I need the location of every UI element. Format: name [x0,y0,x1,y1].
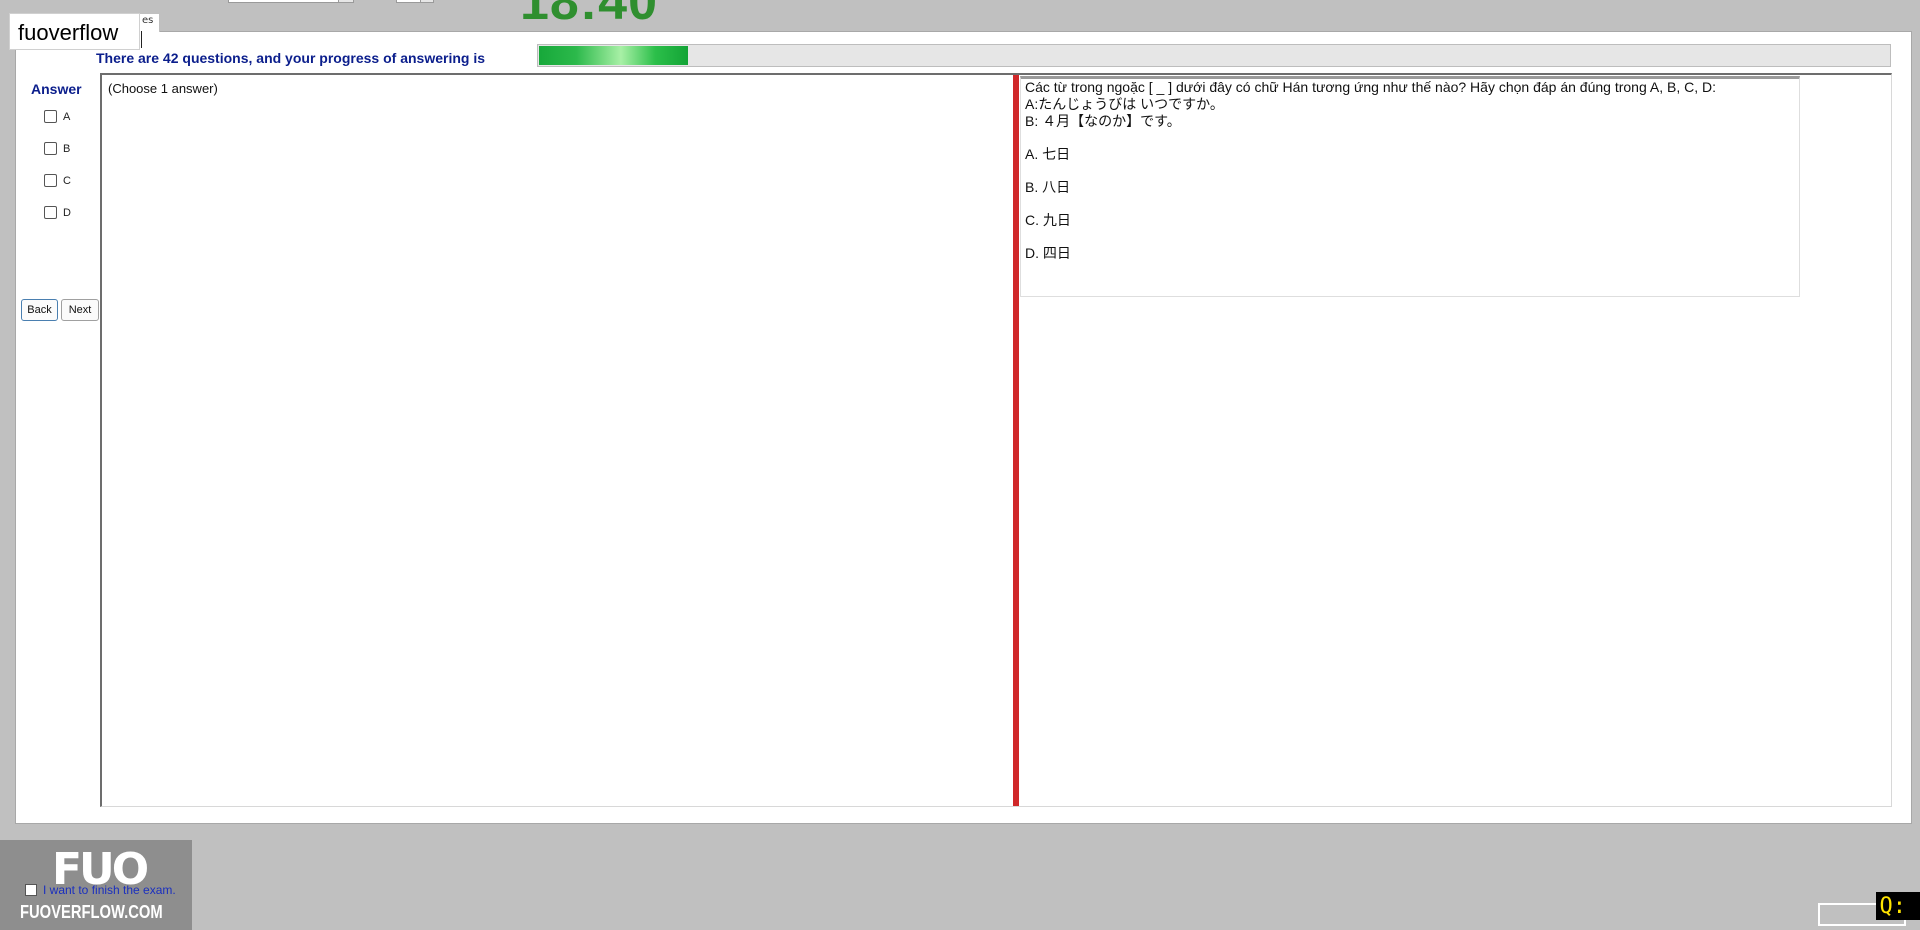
watermark-label: fuoverflow [9,13,142,50]
checkbox[interactable] [44,206,57,219]
next-button[interactable]: Next [61,299,99,321]
choice-c: C. 九日 [1025,212,1071,228]
finish-label: I want to finish the exam. [43,883,176,897]
option-label: A [63,110,71,123]
checkbox[interactable] [44,110,57,123]
top-spinner[interactable] [396,0,434,3]
answer-option-d[interactable]: D [44,206,71,219]
tab-fragment-label: es [142,15,154,26]
option-label: C [63,174,71,187]
question-line: Các từ trong ngoặc [ _ ] dưới đây có chữ… [1025,79,1716,95]
finish-exam-checkbox[interactable]: I want to finish the exam. [25,883,176,897]
watermark-text: fuoverflow [18,20,119,45]
progress-label: There are 42 questions, and your progres… [96,50,485,66]
answer-title: Answer [31,81,82,97]
checkbox[interactable] [44,174,57,187]
exam-timer: 18:40 [520,0,658,31]
choice-d: D. 四日 [1025,245,1071,261]
checkbox[interactable] [25,884,37,896]
answer-option-a[interactable]: A [44,110,70,123]
spinner-arrow-icon[interactable] [420,0,433,2]
choose-hint: (Choose 1 answer) [108,81,218,96]
back-button[interactable]: Back [21,299,58,321]
answer-option-b[interactable]: B [44,142,70,155]
question-counter: Q: 1 [1876,892,1920,920]
option-label: B [63,142,71,155]
choice-a: A. 七日 [1025,146,1071,162]
tab-fragment[interactable]: es [138,13,160,32]
answer-option-c[interactable]: C [44,174,71,187]
checkbox[interactable] [44,142,57,155]
logo-text: FUOVERFLOW.COM [20,902,163,922]
choice-b: B. 八日 [1025,179,1071,195]
question-line: B: ４月【なのか】です。 [1025,113,1181,129]
pane-splitter[interactable] [1013,75,1019,806]
dropdown-arrow-icon[interactable] [338,0,353,2]
top-dropdown[interactable] [228,0,354,3]
progress-bar [537,44,1891,67]
progress-fill [539,46,688,65]
option-label: D [63,206,71,219]
text-cursor [141,31,142,48]
